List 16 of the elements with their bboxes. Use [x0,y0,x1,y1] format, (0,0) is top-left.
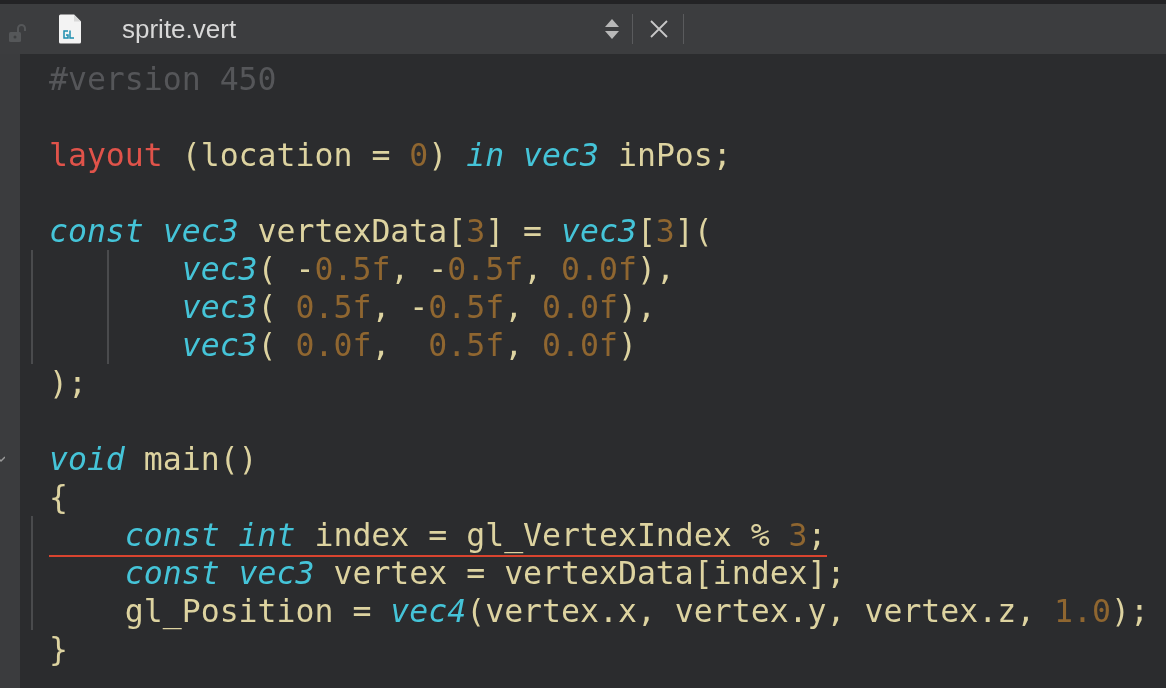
code-line: vec3( -0.5f, -0.5f, 0.0f), [180,251,675,287]
code-line: vec3( 0.0f, 0.5f, 0.0f) [180,327,637,363]
file-title: sprite.vert [122,13,237,45]
code-line: layout (location = 0) in vec3 inPos; [48,137,732,173]
code-line: vec3( 0.5f, -0.5f, 0.0f), [180,289,656,325]
code-line: void main() [48,441,258,477]
code-line: } [48,631,68,667]
code-line: const vec3 vertex = vertexData[index]; [123,555,846,591]
up-down-arrows-icon[interactable] [604,18,620,40]
file-icon [58,14,82,44]
code-line: { [48,479,68,515]
code-line: gl_Position = vec4(vertex.x, vertex.y, vertex.z, 1.0); [123,593,1149,629]
code-line: const int index = gl_VertexIndex % 3; [48,517,827,557]
code-line: ); [48,365,87,401]
code-line: const vec3 vertexData[3] = vec3[3]( [48,213,713,249]
close-icon[interactable] [649,19,669,39]
